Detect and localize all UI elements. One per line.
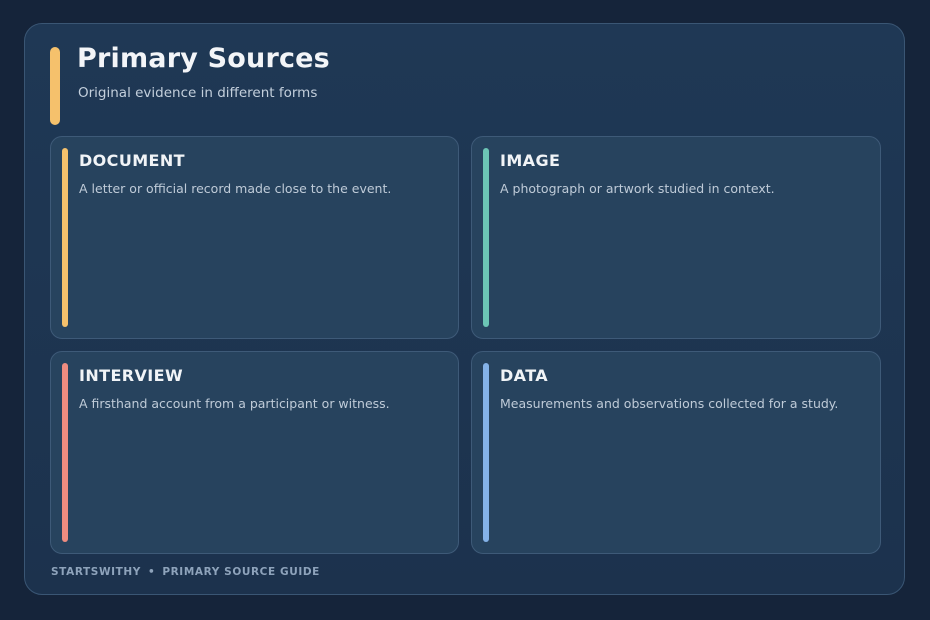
card-image-accent-bar: [483, 148, 489, 327]
card-document-title: DOCUMENT: [79, 151, 185, 170]
page-title: Primary Sources: [77, 43, 330, 74]
card-document-accent-bar: [62, 148, 68, 327]
card-data: DATA Measurements and observations colle…: [471, 351, 881, 554]
card-data-title: DATA: [500, 366, 549, 385]
card-interview: INTERVIEW A firsthand account from a par…: [50, 351, 459, 554]
card-data-accent-bar: [483, 363, 489, 542]
card-image-description: A photograph or artwork studied in conte…: [500, 181, 775, 196]
footer: STARTSWITHY • PRIMARY SOURCE GUIDE: [51, 566, 320, 578]
card-image: IMAGE A photograph or artwork studied in…: [471, 136, 881, 339]
title-accent-bar: [50, 47, 60, 125]
card-interview-title: INTERVIEW: [79, 366, 184, 385]
card-image-title: IMAGE: [500, 151, 561, 170]
card-document: DOCUMENT A letter or official record mad…: [50, 136, 459, 339]
footer-brand: STARTSWITHY: [51, 566, 142, 578]
card-data-description: Measurements and observations collected …: [500, 396, 839, 411]
card-document-description: A letter or official record made close t…: [79, 181, 392, 196]
footer-label: PRIMARY SOURCE GUIDE: [162, 566, 320, 578]
footer-separator: •: [148, 566, 156, 578]
card-interview-description: A firsthand account from a participant o…: [79, 396, 390, 411]
card-interview-accent-bar: [62, 363, 68, 542]
page-subtitle: Original evidence in different forms: [78, 85, 318, 101]
